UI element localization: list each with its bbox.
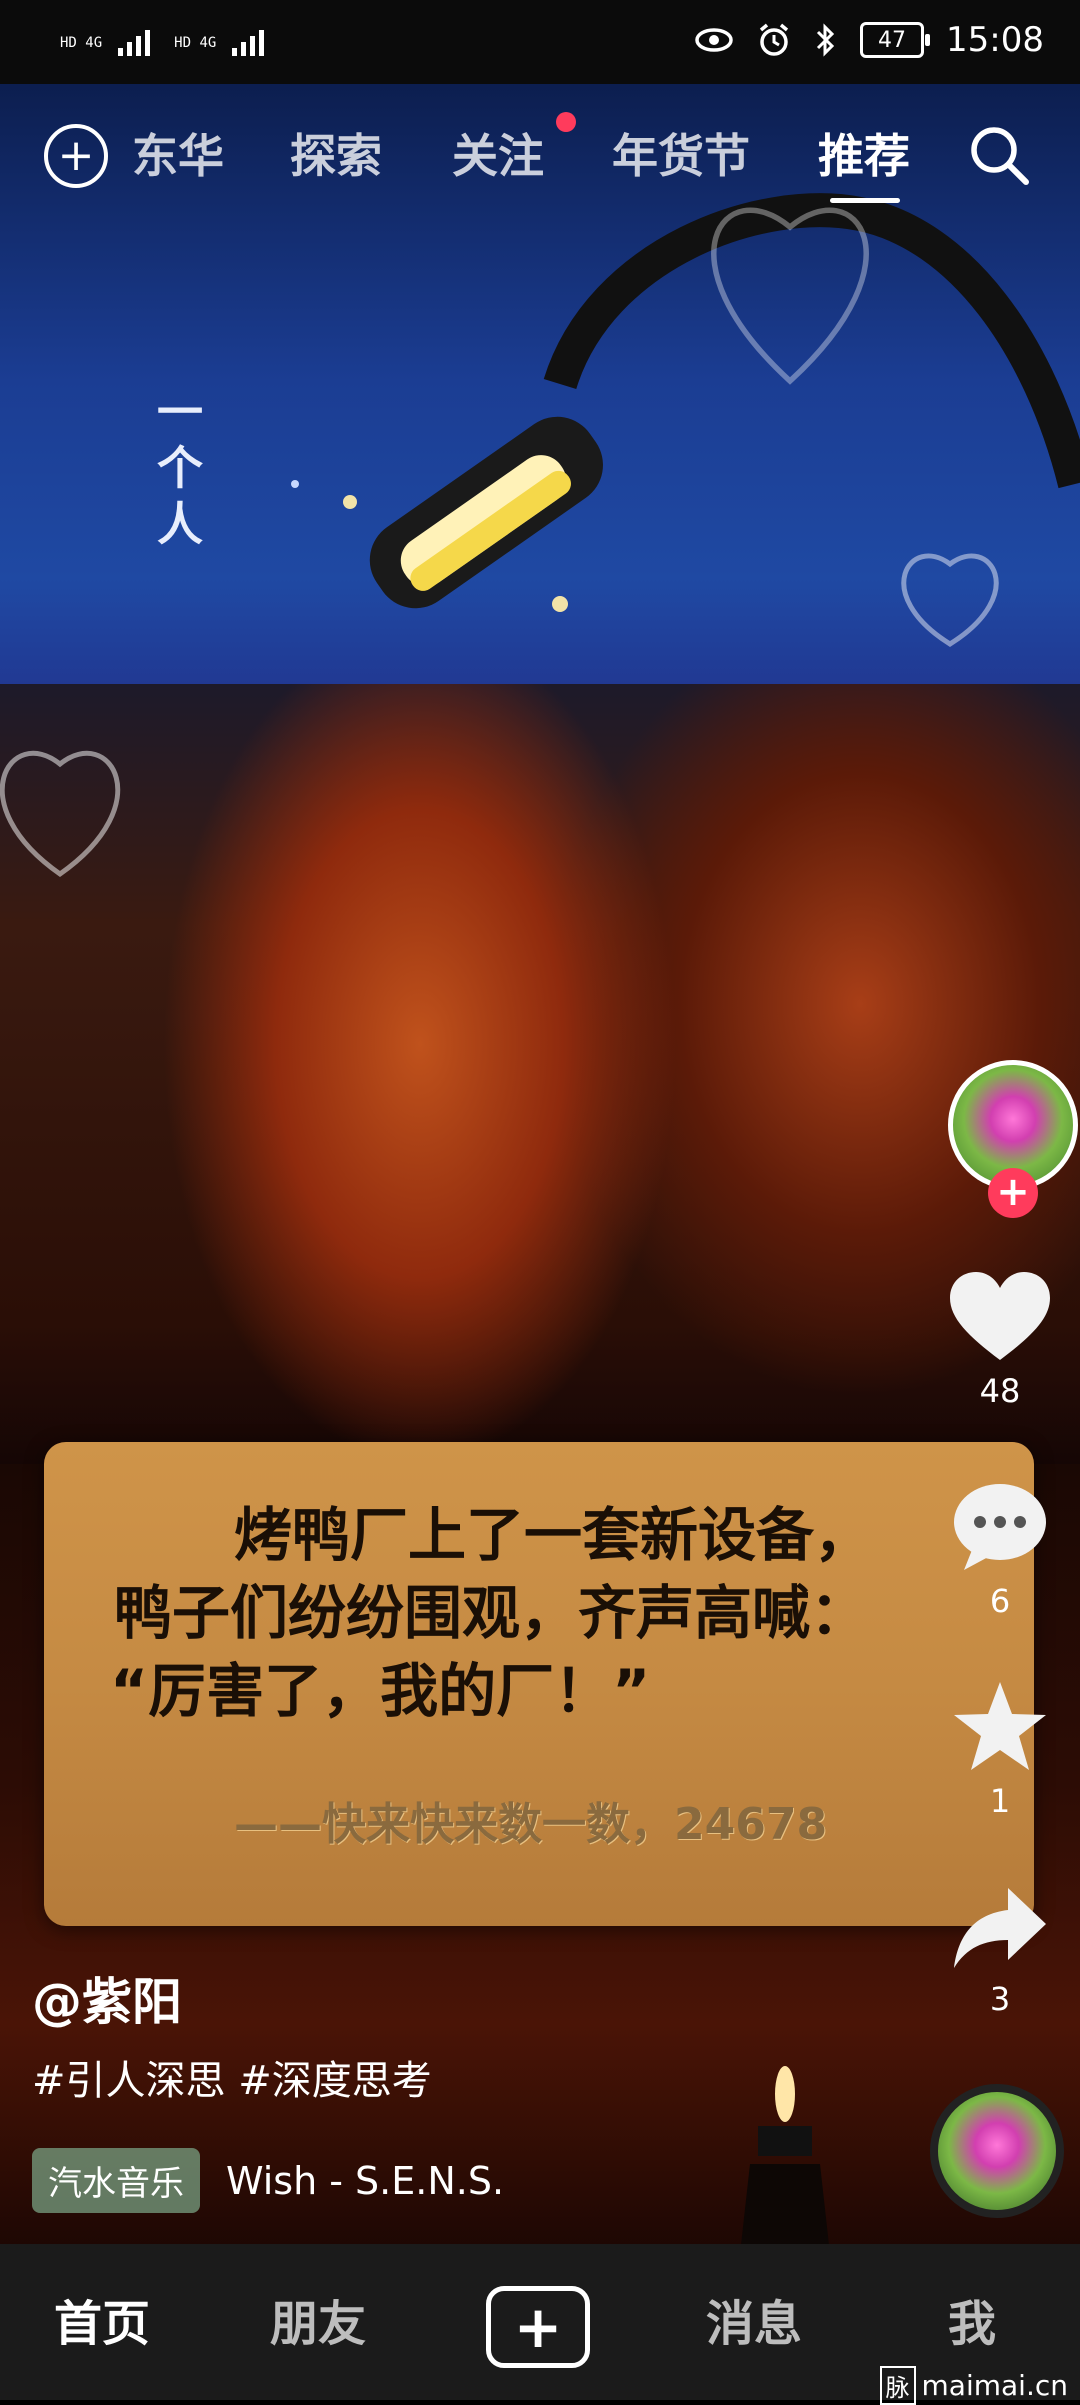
signal-indicators: HD 4G HD 4G <box>60 28 274 58</box>
comment-count: 6 <box>989 1582 1011 1620</box>
watermark-text: maimai.cn <box>921 2369 1068 2402</box>
status-bar: HD 4G HD 4G 47 15:08 <box>0 0 1080 84</box>
share-count: 3 <box>989 1980 1011 2018</box>
signal-icon <box>232 30 265 56</box>
quote-line: 烤鸭厂上了一套新设备， <box>234 1501 873 1569</box>
nav-home[interactable]: 首页 <box>54 2284 150 2354</box>
favorite-count: 1 <box>989 1782 1011 1820</box>
sim1-label: HD 4G <box>60 35 103 51</box>
comment-button[interactable]: 6 <box>940 1480 1060 1620</box>
quote-line: 鸭子们纷纷围观，齐声高喊： <box>114 1579 869 1647</box>
oil-lamp-image <box>741 2066 829 2244</box>
music-disc-icon[interactable] <box>930 2084 1064 2218</box>
comment-icon <box>954 1484 1046 1570</box>
favorite-button[interactable]: 1 <box>940 1680 1060 1820</box>
author-name[interactable]: @紫阳 <box>32 1962 182 2034</box>
nav-friends[interactable]: 朋友 <box>270 2284 366 2354</box>
active-tab-indicator <box>830 198 900 203</box>
search-icon[interactable] <box>966 122 1032 188</box>
watermark-badge: 脉 <box>879 2366 916 2405</box>
follow-plus-icon[interactable]: + <box>988 1168 1038 1218</box>
tab-local[interactable]: 东华 <box>132 120 224 186</box>
create-button[interactable]: + <box>486 2286 590 2368</box>
notification-dot <box>556 112 576 132</box>
alarm-icon <box>759 23 789 56</box>
sim2-label: HD 4G <box>174 35 217 51</box>
eye-icon <box>695 28 733 52</box>
like-count: 48 <box>979 1372 1021 1410</box>
top-nav: + 东华 探索 关注 年货节 推荐 <box>0 110 1080 203</box>
music-source-badge[interactable]: 汽水音乐 <box>32 2148 200 2213</box>
tab-explore[interactable]: 探索 <box>290 120 382 186</box>
bluetooth-icon <box>816 23 835 57</box>
share-button[interactable]: 3 <box>940 1884 1060 2018</box>
tab-new-year-goods[interactable]: 年货节 <box>612 120 750 186</box>
quote-signature: ——快来快来数一数，24678 <box>234 1799 828 1850</box>
vertical-overlay-text: 一个人 <box>157 385 203 551</box>
battery-icon: 47 <box>860 22 931 58</box>
star-icon <box>954 1682 1046 1770</box>
watermark: 脉 maimai.cn <box>879 2366 1068 2405</box>
clock: 15:08 <box>946 20 1044 60</box>
plus-icon: + <box>513 2293 563 2361</box>
signal-icon <box>118 30 151 56</box>
nav-me[interactable]: 我 <box>948 2284 996 2354</box>
add-circle-icon[interactable]: + <box>44 124 108 188</box>
like-button[interactable]: 48 <box>940 1270 1060 1410</box>
tab-recommended[interactable]: 推荐 <box>818 120 910 186</box>
music-title[interactable]: Wish - S.E.N.S. <box>226 2159 504 2203</box>
battery-level: 47 <box>878 27 907 53</box>
hashtags[interactable]: #引人深思 #深度思考 <box>32 2048 432 2106</box>
quote-line: “厉害了，我的厂！” <box>110 1657 651 1725</box>
nav-messages[interactable]: 消息 <box>706 2284 802 2354</box>
tab-following[interactable]: 关注 <box>452 120 544 186</box>
bottom-nav: 首页 朋友 + 消息 我 脉 maimai.cn <box>0 2244 1080 2405</box>
status-right: 47 15:08 <box>694 20 1044 60</box>
share-arrow-icon <box>954 1888 1046 1968</box>
music-info[interactable]: 汽水音乐 Wish - S.E.N.S. <box>32 2148 504 2213</box>
quote-card: 烤鸭厂上了一套新设备， 鸭子们纷纷围观，齐声高喊： “厉害了，我的厂！” ——快… <box>44 1442 1034 1926</box>
heart-icon <box>950 1272 1050 1360</box>
